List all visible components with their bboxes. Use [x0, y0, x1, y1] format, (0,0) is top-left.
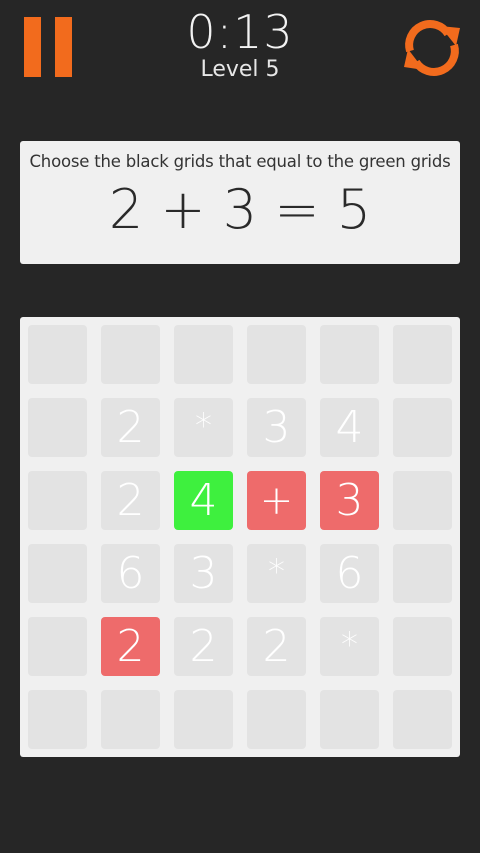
grid-cell-red[interactable]: 3: [320, 471, 379, 530]
grid-cell-empty[interactable]: [28, 617, 87, 676]
grid-cell-normal[interactable]: *: [247, 544, 306, 603]
grid-cell-normal[interactable]: *: [174, 398, 233, 457]
restart-icon: [404, 20, 460, 76]
grid-cell-empty[interactable]: [247, 325, 306, 384]
grid-cell-empty[interactable]: [393, 544, 452, 603]
grid-cell-empty[interactable]: [28, 325, 87, 384]
grid-cell-empty[interactable]: [393, 398, 452, 457]
grid-cell-empty[interactable]: [101, 690, 160, 749]
grid-cell-normal[interactable]: 3: [247, 398, 306, 457]
restart-button[interactable]: [398, 16, 466, 78]
grid-cell-empty[interactable]: [247, 690, 306, 749]
grid-cell-normal[interactable]: 3: [174, 544, 233, 603]
grid-cell-empty[interactable]: [174, 690, 233, 749]
grid-cell-empty[interactable]: [393, 325, 452, 384]
grid-cell-normal[interactable]: 2: [174, 617, 233, 676]
grid-cell-empty[interactable]: [28, 398, 87, 457]
grid-cell-empty[interactable]: [320, 325, 379, 384]
instruction-card: Choose the black grids that equal to the…: [20, 141, 460, 264]
grid-cell-normal[interactable]: 2: [247, 617, 306, 676]
grid-cell-empty[interactable]: [28, 690, 87, 749]
game-board: 2 * 3 4 2 4 +3 6 3 * 6 2 2 2 *: [20, 317, 460, 757]
game-screen: 0:13 Level 5 Choose the black grids that…: [0, 0, 480, 853]
grid-cell-empty[interactable]: [393, 690, 452, 749]
grid-cell-empty[interactable]: [174, 325, 233, 384]
grid-cell-empty[interactable]: [393, 617, 452, 676]
grid-cell-red[interactable]: +: [247, 471, 306, 530]
grid-cell-normal[interactable]: 6: [101, 544, 160, 603]
grid-cell-normal[interactable]: 2: [101, 471, 160, 530]
grid-cell-normal[interactable]: *: [320, 617, 379, 676]
grid-cell-normal[interactable]: 2: [101, 398, 160, 457]
grid-cell-empty[interactable]: [320, 690, 379, 749]
target-equation: 2 + 3 = 5: [108, 178, 372, 241]
grid-cell-empty[interactable]: [28, 544, 87, 603]
grid-cell-empty[interactable]: [101, 325, 160, 384]
grid-cell-red[interactable]: 2: [101, 617, 160, 676]
grid-cell-green[interactable]: 4: [174, 471, 233, 530]
grid-cell-empty[interactable]: [393, 471, 452, 530]
grid-cell-empty[interactable]: [28, 471, 87, 530]
instruction-text: Choose the black grids that equal to the…: [29, 152, 451, 171]
grid-cell-normal[interactable]: 6: [320, 544, 379, 603]
grid-cell-normal[interactable]: 4: [320, 398, 379, 457]
